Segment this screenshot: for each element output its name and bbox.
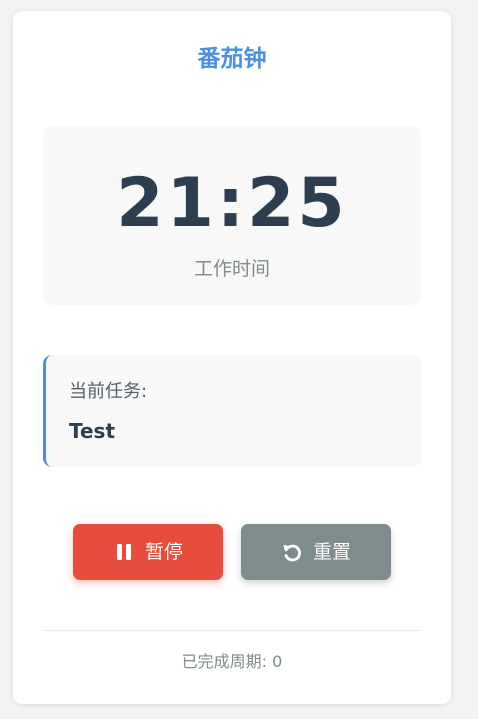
pause-icon xyxy=(113,541,135,563)
timer-display: 21:25 工作时间 xyxy=(43,126,421,305)
current-task-label: 当前任务: xyxy=(69,381,148,402)
pause-button[interactable]: 暂停 xyxy=(73,524,223,580)
reset-button-label: 重置 xyxy=(312,541,351,563)
reset-button[interactable]: 重置 xyxy=(241,524,391,580)
completed-cycles: 已完成周期: 0 xyxy=(13,651,451,673)
completed-cycles-label: 已完成周期: xyxy=(181,652,268,671)
timer-mode: 工作时间 xyxy=(193,258,270,280)
timer-time: 21:25 xyxy=(116,164,348,243)
reset-icon xyxy=(281,541,303,563)
current-task-panel: 当前任务: Test xyxy=(43,355,422,467)
completed-cycles-count: 0 xyxy=(272,652,283,671)
pomodoro-card: 番茄钟 21:25 工作时间 当前任务: Test 暂停 重置 已完成周期: 0 xyxy=(13,11,451,704)
pause-button-label: 暂停 xyxy=(144,541,183,563)
app-title: 番茄钟 xyxy=(197,46,267,72)
divider xyxy=(43,630,421,631)
current-task-name: Test xyxy=(69,419,116,443)
